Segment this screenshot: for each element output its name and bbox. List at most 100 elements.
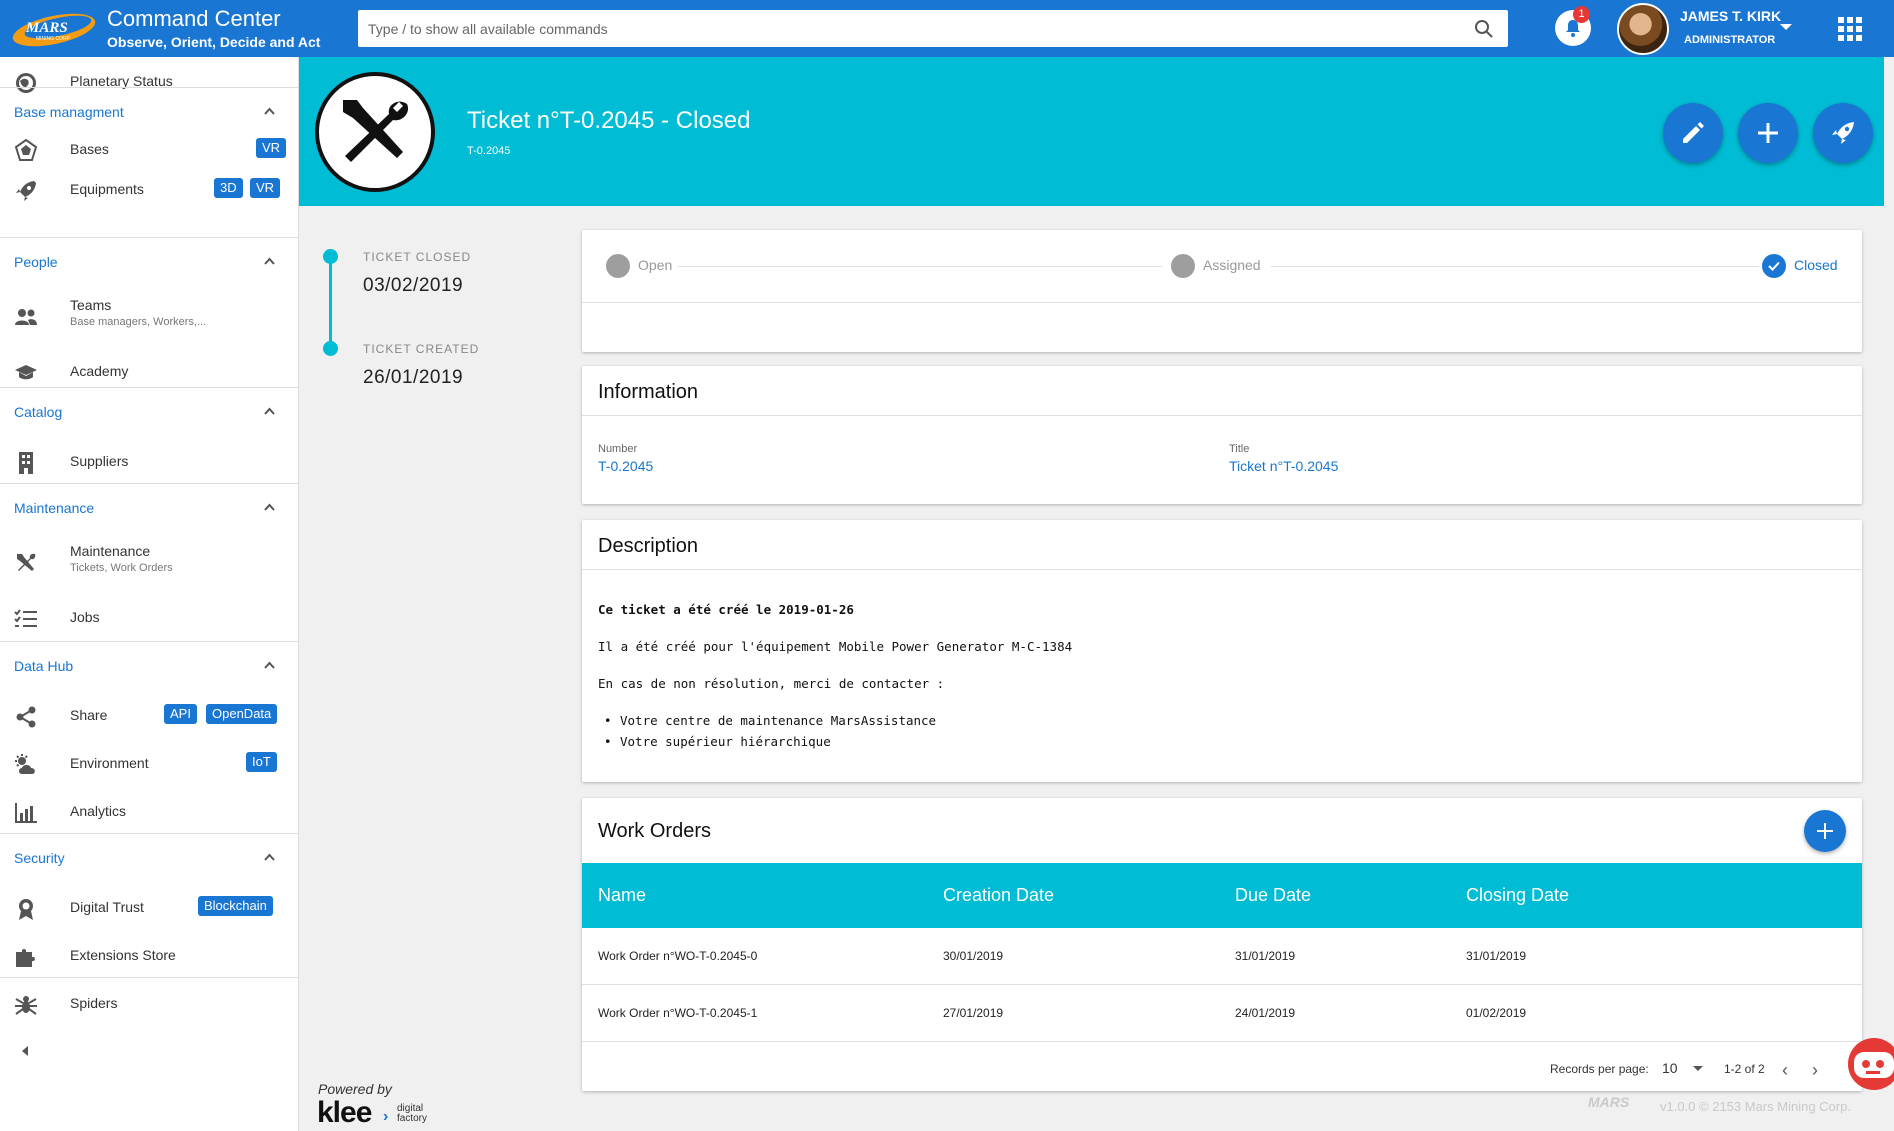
add-work-order-button[interactable] (1804, 810, 1846, 852)
sidebar-item-teams[interactable]: Teams Base managers, Workers,... (0, 297, 298, 345)
timeline-dot (323, 341, 338, 356)
chatbot-icon[interactable] (1840, 1034, 1894, 1096)
sidebar-item-share[interactable]: Share API OpenData (0, 691, 298, 739)
sidebar-item-analytics[interactable]: Analytics (0, 787, 298, 835)
ticket-avatar (315, 72, 435, 192)
people-icon (15, 309, 37, 325)
cell-name: Work Order n°WO-T-0.2045-0 (598, 949, 758, 963)
sidebar-item-digital-trust[interactable]: Digital Trust Blockchain (0, 883, 298, 931)
tag-opendata[interactable]: OpenData (206, 704, 278, 724)
timeline-dot (323, 249, 338, 264)
step-dot-open (606, 254, 630, 278)
chevron-up-icon[interactable] (264, 406, 275, 417)
puzzle-icon (16, 949, 35, 967)
section-maintenance[interactable]: Maintenance (0, 483, 298, 531)
ticket-id: T-0.2045 (467, 145, 511, 157)
spider-icon (15, 996, 37, 1015)
timeline-label: TICKET CLOSED (363, 250, 472, 264)
sidebar-item-label: Teams (70, 297, 112, 313)
tag-3d[interactable]: 3D (214, 178, 243, 198)
column-header-due-date[interactable]: Due Date (1235, 885, 1311, 906)
check-icon (1768, 261, 1780, 271)
collapse-sidebar-icon[interactable] (22, 1046, 28, 1056)
chevron-up-icon[interactable] (264, 256, 275, 267)
section-catalog[interactable]: Catalog (0, 387, 298, 435)
logo-text: MARS (25, 20, 68, 36)
records-per-page-select[interactable]: 10 (1662, 1060, 1678, 1076)
tools-icon (343, 100, 409, 162)
apps-grid-icon[interactable] (1838, 17, 1862, 41)
edit-button[interactable] (1663, 103, 1723, 163)
sidebar-item-label: Analytics (70, 803, 127, 819)
status-stepper: Open Assigned Closed (582, 230, 1862, 352)
chevron-down-icon[interactable] (1780, 24, 1792, 30)
step-label-assigned: Assigned (1203, 257, 1261, 273)
table-row[interactable]: Work Order n°WO-T-0.2045-0 30/01/2019 31… (582, 928, 1862, 985)
section-title: Data Hub (14, 658, 74, 674)
sidebar-item-label: Maintenance (70, 543, 151, 559)
tag-iot[interactable]: IoT (246, 752, 277, 772)
user-name[interactable]: JAMES T. KIRK (1680, 8, 1781, 24)
scrollbar[interactable] (1884, 57, 1894, 1131)
tag-vr[interactable]: VR (250, 178, 281, 198)
next-page-icon[interactable]: › (1812, 1060, 1818, 1081)
dodecahedron-icon (14, 139, 38, 161)
mars-logo[interactable]: MARS MINING CORP (10, 10, 98, 50)
section-data-hub[interactable]: Data Hub (0, 641, 298, 689)
chevron-down-icon[interactable] (1693, 1066, 1703, 1071)
sidebar: Planetary Status Base managment Bases VR… (0, 57, 299, 1131)
sidebar-item-sublabel: Tickets, Work Orders (70, 562, 173, 574)
chevron-up-icon[interactable] (264, 502, 275, 513)
sidebar-item-label: Suppliers (70, 453, 129, 469)
section-people[interactable]: People (0, 237, 298, 285)
avatar[interactable] (1617, 3, 1669, 55)
previous-page-icon[interactable]: ‹ (1782, 1060, 1788, 1081)
section-title: Security (14, 850, 65, 866)
step-connector (1271, 266, 1759, 267)
number-value[interactable]: T-0.2045 (598, 458, 653, 474)
divider (582, 302, 1862, 303)
title-value[interactable]: Ticket n°T-0.2045 (1229, 458, 1338, 474)
cell-due-date: 31/01/2019 (1235, 949, 1296, 963)
column-header-name[interactable]: Name (598, 885, 646, 906)
table-row[interactable]: Work Order n°WO-T-0.2045-1 27/01/2019 24… (582, 985, 1862, 1042)
sidebar-item-label: Equipments (70, 181, 144, 197)
command-search (358, 10, 1508, 47)
app-subtitle: Observe, Orient, Decide and Act (107, 34, 321, 50)
plus-icon (1817, 823, 1833, 839)
sidebar-item-label: Spiders (70, 995, 118, 1011)
column-header-creation-date[interactable]: Creation Date (943, 885, 1054, 906)
user-role: ADMINISTRATOR (1684, 34, 1776, 46)
description-bullet: Votre centre de maintenance MarsAssistan… (604, 713, 936, 728)
klee-logo[interactable]: klee (317, 1096, 372, 1130)
sidebar-item-label: Share (70, 707, 108, 723)
chevron-up-icon[interactable] (264, 106, 275, 117)
cell-creation-date: 30/01/2019 (943, 949, 1004, 963)
search-icon[interactable] (1474, 19, 1494, 39)
sidebar-item-spiders[interactable]: Spiders (0, 979, 298, 1027)
description-line: Il a été créé pour l'équipement Mobile P… (598, 639, 1073, 654)
sidebar-item-environment[interactable]: Environment IoT (0, 739, 298, 787)
ticket-header: Ticket n°T-0.2045 - Closed T-0.2045 (299, 57, 1884, 206)
section-security[interactable]: Security (0, 833, 298, 881)
tag-vr[interactable]: VR (256, 138, 287, 158)
tools-icon (17, 553, 36, 571)
sidebar-item-extensions-store[interactable]: Extensions Store (0, 931, 298, 979)
column-header-closing-date[interactable]: Closing Date (1466, 885, 1569, 906)
sidebar-item-maintenance[interactable]: Maintenance Tickets, Work Orders (0, 543, 298, 591)
step-dot-assigned (1171, 254, 1195, 278)
version-text: v1.0.0 © 2153 Mars Mining Corp. (1660, 1099, 1851, 1114)
tag-api[interactable]: API (164, 704, 197, 724)
title-label: Title (1229, 443, 1250, 455)
sidebar-item-equipments[interactable]: Equipments 3D VR (0, 165, 298, 213)
timeline-date: 03/02/2019 (363, 275, 464, 296)
sidebar-item-label: Extensions Store (70, 947, 176, 963)
launch-button[interactable] (1813, 103, 1873, 163)
command-search-input[interactable] (358, 10, 1448, 47)
add-button[interactable] (1738, 103, 1798, 163)
tag-blockchain[interactable]: Blockchain (198, 896, 273, 916)
chevron-up-icon[interactable] (264, 852, 275, 863)
chevron-up-icon[interactable] (264, 660, 275, 671)
share-icon (16, 706, 36, 728)
cell-closing-date: 31/01/2019 (1466, 949, 1527, 963)
